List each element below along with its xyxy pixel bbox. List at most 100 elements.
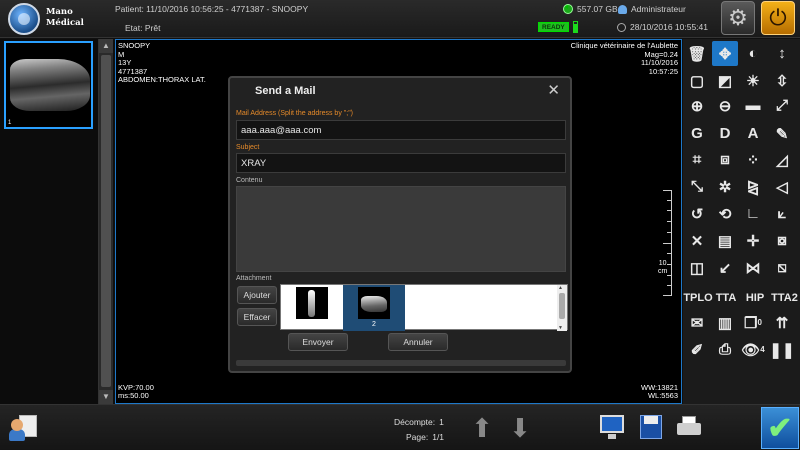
page-label: Page: [406, 432, 429, 442]
frame-icon[interactable]: ▢ [684, 68, 710, 93]
overlay-top-left: SNOOPY M 13Y 4771387 ABDOMEN:THORAX LAT. [118, 41, 206, 85]
tta2-tool[interactable]: TTA2 [769, 285, 800, 310]
status-text: Etat: Prêt [125, 23, 161, 33]
overlay-time: 10:57:25 [648, 66, 678, 76]
distance-icon[interactable]: ⤡ [684, 174, 710, 199]
attachment-scroll-up-icon[interactable]: ▲ [558, 285, 563, 291]
scroll-up-arrow-icon[interactable]: ▲ [99, 39, 113, 53]
overlay-patient-name: SNOOPY [118, 41, 151, 50]
attachment-scroll-thumb[interactable] [559, 293, 565, 319]
power-button[interactable]: ⏻ [761, 1, 795, 35]
invert-icon[interactable]: ✲ [712, 174, 738, 199]
attachment-label: Attachment [236, 275, 272, 282]
magnifier-frame-icon[interactable]: ⧇ [769, 228, 795, 253]
trash-icon[interactable]: 🗑 [684, 41, 710, 66]
tplo-tool[interactable]: TPLO [683, 285, 713, 310]
calibrate-icon[interactable]: ⋈ [740, 255, 766, 280]
next-page-arrow-down-icon[interactable]: ⬇ [506, 412, 534, 444]
tta-tool[interactable]: TTA [712, 285, 740, 310]
printer-icon[interactable] [675, 413, 703, 441]
attachment-item[interactable]: 2 [343, 285, 405, 331]
hip-tool[interactable]: HIP [741, 285, 769, 310]
copy-count-icon[interactable]: ❐ 0 [740, 310, 766, 335]
pan-move-icon[interactable]: ✥ [712, 41, 738, 66]
confirm-check-button[interactable]: ✔ [761, 407, 799, 449]
doctor-clipboard-icon[interactable] [9, 411, 39, 443]
export-image-icon[interactable]: ⎙ [712, 337, 738, 362]
crop-icon[interactable]: ⌗ [684, 147, 710, 172]
scroll-down-arrow-icon[interactable]: ▼ [99, 390, 113, 404]
left-marker-g-icon[interactable]: G [684, 121, 710, 146]
attachment-thumbnail [296, 287, 328, 319]
window-level-icon[interactable]: ◩ [712, 68, 738, 93]
scale-ruler [663, 190, 672, 296]
contrast-icon[interactable]: ◐ [740, 41, 766, 66]
thumbnail-scrollbar[interactable]: ▲ ▼ [99, 39, 113, 404]
subject-input[interactable] [236, 153, 566, 173]
crop-select-icon[interactable]: ⧈ [712, 147, 738, 172]
zoom-out-icon[interactable]: ⊖ [712, 93, 738, 118]
attachment-scrollbar[interactable]: ▲ ▼ [557, 285, 567, 331]
add-attachment-button[interactable]: Ajouter [237, 286, 277, 304]
send-button[interactable]: Envoyer [288, 333, 348, 351]
measure-triangle-icon[interactable]: ◿ [769, 147, 795, 172]
pause-icon[interactable]: ❚❚ [769, 337, 795, 362]
dialog-progress-bar [236, 360, 566, 366]
overlay-top-right: Clinique vétérinaire de l'Aublette Mag=0… [571, 41, 678, 76]
disk-space-value: 557.07 GB [577, 4, 618, 14]
mirror-horizontal-icon[interactable]: ⧎ [740, 174, 766, 199]
clock-icon [617, 22, 626, 32]
crosshair-icon[interactable]: ✛ [740, 228, 766, 253]
thumbnail-image[interactable]: 1 [4, 41, 93, 129]
angle-icon[interactable]: ∟ [740, 201, 766, 226]
mail-address-input[interactable] [236, 120, 566, 140]
send-mail-dialog: Send a Mail ✕ Mail Address (Split the ad… [228, 76, 572, 373]
close-icon[interactable]: ✕ [547, 81, 560, 99]
prev-page-arrow-up-icon[interactable]: ⬆ [468, 412, 496, 444]
content-label: Contenu [236, 177, 263, 184]
overlay-wl: WL:5563 [647, 391, 678, 401]
user-icon [618, 4, 627, 14]
report-icon[interactable]: ▤ [712, 228, 738, 253]
mirror-vertical-icon[interactable]: ◁ [769, 174, 795, 199]
logo-emblem [8, 3, 40, 35]
text-annotation-icon[interactable]: A [740, 121, 766, 146]
vhs-icon[interactable]: ⧅ [769, 255, 795, 280]
draw-tablet-icon[interactable]: ✐ [684, 337, 710, 362]
save-floppy-icon[interactable] [637, 413, 665, 441]
pen-annotation-icon[interactable]: ✎ [769, 121, 795, 146]
eye-badge: 4 [760, 345, 765, 354]
attachment-item[interactable]: 1 [281, 285, 343, 331]
zoom-in-icon[interactable]: ⊕ [684, 93, 710, 118]
mano-medical-logo: Mano Médical [6, 3, 94, 35]
remove-attachment-button[interactable]: Effacer [237, 308, 277, 326]
free-rotate-icon[interactable]: ⟲ [712, 201, 738, 226]
mail-icon[interactable]: ✉ [684, 310, 710, 335]
overlay-exam: ABDOMEN:THORAX LAT. [118, 75, 206, 85]
attachment-list: 1 2 ▲ ▼ [280, 284, 568, 331]
cancel-button[interactable]: Annuler [388, 333, 448, 351]
magnifier-icon[interactable]: ◫ [684, 255, 710, 280]
tplo-label: TPLO [683, 291, 713, 304]
content-textarea[interactable] [236, 186, 566, 272]
crop-dots-icon[interactable]: ⁘ [740, 147, 766, 172]
thumbnail-number: 1 [8, 120, 12, 126]
arrow-annotation-icon[interactable]: ↙ [712, 255, 738, 280]
view-eye-icon[interactable]: 👁 4 [740, 337, 766, 362]
sharpen-icon[interactable]: ⇳ [769, 68, 795, 93]
transfer-icon[interactable]: ⇈ [769, 310, 795, 335]
datetime: 28/10/2016 10:55:41 [617, 22, 708, 32]
delete-annotation-icon[interactable]: ✕ [684, 228, 710, 253]
vertical-flip-icon[interactable]: ↕ [769, 41, 795, 66]
document-list-icon[interactable]: ▥ [712, 310, 738, 335]
undo-rotate-icon[interactable]: ↺ [684, 201, 710, 226]
monitor-icon[interactable] [598, 413, 626, 441]
settings-button[interactable]: ⚙ [721, 1, 755, 35]
brightness-icon[interactable]: ☀ [740, 68, 766, 93]
attachment-scroll-down-icon[interactable]: ▼ [558, 325, 563, 331]
fit-screen-icon[interactable]: ▬ [740, 93, 766, 118]
scrollbar-thumb[interactable] [101, 55, 111, 387]
cobb-angle-icon[interactable]: ⟀ [769, 201, 795, 226]
right-marker-d-icon[interactable]: D [712, 121, 738, 146]
fullscreen-icon[interactable]: ⤢ [769, 93, 795, 118]
